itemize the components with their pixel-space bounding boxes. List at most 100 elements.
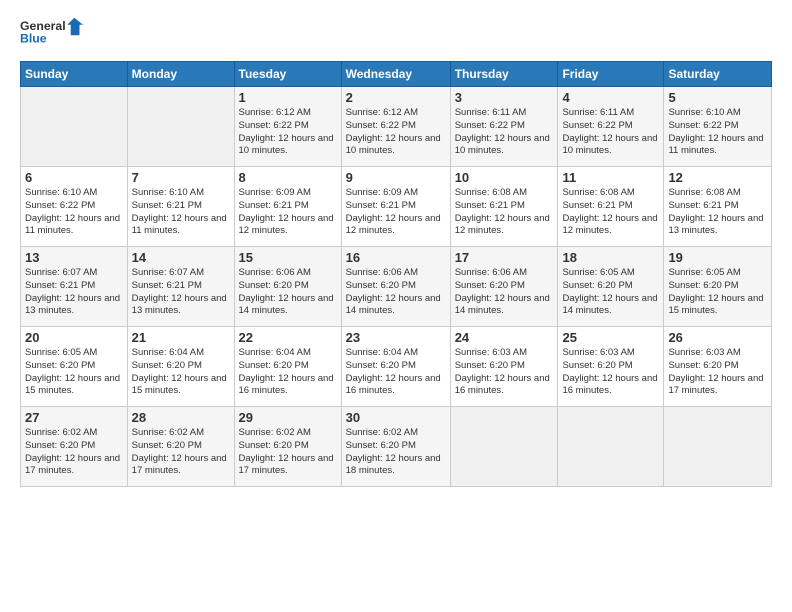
day-info: Sunrise: 6:09 AM Sunset: 6:21 PM Dayligh… <box>346 187 446 238</box>
logo: General Blue <box>20 16 90 51</box>
day-info: Sunrise: 6:10 AM Sunset: 6:22 PM Dayligh… <box>25 187 123 238</box>
day-info: Sunrise: 6:06 AM Sunset: 6:20 PM Dayligh… <box>455 267 554 318</box>
day-info: Sunrise: 6:02 AM Sunset: 6:20 PM Dayligh… <box>346 427 446 478</box>
logo-icon: General Blue <box>20 16 90 51</box>
calendar-cell: 19Sunrise: 6:05 AM Sunset: 6:20 PM Dayli… <box>664 247 772 327</box>
day-number: 14 <box>132 250 230 265</box>
calendar-cell: 28Sunrise: 6:02 AM Sunset: 6:20 PM Dayli… <box>127 407 234 487</box>
page-header: General Blue <box>20 16 772 51</box>
calendar-cell: 3Sunrise: 6:11 AM Sunset: 6:22 PM Daylig… <box>450 87 558 167</box>
day-number: 26 <box>668 330 767 345</box>
calendar-cell: 22 Sunrise: 6:04 AM Sunset: 6:20 PM Dayli… <box>234 327 341 407</box>
svg-text:Blue: Blue <box>20 31 47 45</box>
day-header-friday: Friday <box>558 62 664 87</box>
day-info: Sunrise: 6:03 AM Sunset: 6:20 PM Dayligh… <box>562 347 659 398</box>
day-info: Sunrise: 6:03 AM Sunset: 6:20 PM Dayligh… <box>668 347 767 398</box>
calendar-cell: 18Sunrise: 6:05 AM Sunset: 6:20 PM Dayli… <box>558 247 664 327</box>
day-number: 24 <box>455 330 554 345</box>
calendar-cell: 16Sunrise: 6:06 AM Sunset: 6:20 PM Dayli… <box>341 247 450 327</box>
day-info: Sunrise: 6:04 AM Sunset: 6:20 PM Dayligh… <box>239 347 337 398</box>
calendar-cell: 5 Sunrise: 6:10 AM Sunset: 6:22 PM Daylig… <box>664 87 772 167</box>
day-header-sunday: Sunday <box>21 62 128 87</box>
calendar-cell: 10 Sunrise: 6:08 AM Sunset: 6:21 PM Dayli… <box>450 167 558 247</box>
calendar-cell: 27 Sunrise: 6:02 AM Sunset: 6:20 PM Dayli… <box>21 407 128 487</box>
day-number: 16 <box>346 250 446 265</box>
day-info: Sunrise: 6:12 AM Sunset: 6:22 PM Dayligh… <box>239 107 337 158</box>
day-info: Sunrise: 6:11 AM Sunset: 6:22 PM Dayligh… <box>455 107 554 158</box>
calendar-week-1: 1 Sunrise: 6:12 AM Sunset: 6:22 PM Daylig… <box>21 87 772 167</box>
day-header-monday: Monday <box>127 62 234 87</box>
day-number: 4 <box>562 90 659 105</box>
day-number: 30 <box>346 410 446 425</box>
calendar-table: SundayMondayTuesdayWednesdayThursdayFrid… <box>20 61 772 487</box>
day-number: 5 <box>668 90 767 105</box>
calendar-cell: 20 Sunrise: 6:05 AM Sunset: 6:20 PM Dayli… <box>21 327 128 407</box>
day-info: Sunrise: 6:08 AM Sunset: 6:21 PM Dayligh… <box>562 187 659 238</box>
calendar-cell: 8 Sunrise: 6:09 AM Sunset: 6:21 PM Daylig… <box>234 167 341 247</box>
day-number: 9 <box>346 170 446 185</box>
day-info: Sunrise: 6:02 AM Sunset: 6:20 PM Dayligh… <box>25 427 123 478</box>
calendar-cell <box>450 407 558 487</box>
calendar-cell: 6 Sunrise: 6:10 AM Sunset: 6:22 PM Daylig… <box>21 167 128 247</box>
day-info: Sunrise: 6:03 AM Sunset: 6:20 PM Dayligh… <box>455 347 554 398</box>
calendar-cell: 7 Sunrise: 6:10 AM Sunset: 6:21 PM Daylig… <box>127 167 234 247</box>
day-info: Sunrise: 6:02 AM Sunset: 6:20 PM Dayligh… <box>132 427 230 478</box>
day-info: Sunrise: 6:02 AM Sunset: 6:20 PM Dayligh… <box>239 427 337 478</box>
calendar-cell: 14Sunrise: 6:07 AM Sunset: 6:21 PM Dayli… <box>127 247 234 327</box>
day-info: Sunrise: 6:11 AM Sunset: 6:22 PM Dayligh… <box>562 107 659 158</box>
day-number: 12 <box>668 170 767 185</box>
day-info: Sunrise: 6:08 AM Sunset: 6:21 PM Dayligh… <box>455 187 554 238</box>
day-header-tuesday: Tuesday <box>234 62 341 87</box>
calendar-cell: 29 Sunrise: 6:02 AM Sunset: 6:20 PM Dayli… <box>234 407 341 487</box>
day-header-thursday: Thursday <box>450 62 558 87</box>
day-number: 22 <box>239 330 337 345</box>
calendar-week-5: 27 Sunrise: 6:02 AM Sunset: 6:20 PM Dayli… <box>21 407 772 487</box>
day-info: Sunrise: 6:05 AM Sunset: 6:20 PM Dayligh… <box>668 267 767 318</box>
calendar-cell <box>558 407 664 487</box>
day-number: 7 <box>132 170 230 185</box>
day-number: 20 <box>25 330 123 345</box>
day-header-wednesday: Wednesday <box>341 62 450 87</box>
day-info: Sunrise: 6:05 AM Sunset: 6:20 PM Dayligh… <box>562 267 659 318</box>
calendar-cell: 2Sunrise: 6:12 AM Sunset: 6:22 PM Daylig… <box>341 87 450 167</box>
calendar-cell: 4 Sunrise: 6:11 AM Sunset: 6:22 PM Daylig… <box>558 87 664 167</box>
calendar-cell: 15 Sunrise: 6:06 AM Sunset: 6:20 PM Dayli… <box>234 247 341 327</box>
calendar-cell: 12 Sunrise: 6:08 AM Sunset: 6:21 PM Dayli… <box>664 167 772 247</box>
day-info: Sunrise: 6:06 AM Sunset: 6:20 PM Dayligh… <box>239 267 337 318</box>
calendar-cell <box>21 87 128 167</box>
day-number: 6 <box>25 170 123 185</box>
calendar-cell: 21Sunrise: 6:04 AM Sunset: 6:20 PM Dayli… <box>127 327 234 407</box>
day-number: 27 <box>25 410 123 425</box>
day-info: Sunrise: 6:07 AM Sunset: 6:21 PM Dayligh… <box>25 267 123 318</box>
calendar-week-3: 13Sunrise: 6:07 AM Sunset: 6:21 PM Dayli… <box>21 247 772 327</box>
calendar-cell: 17 Sunrise: 6:06 AM Sunset: 6:20 PM Dayli… <box>450 247 558 327</box>
calendar-week-2: 6 Sunrise: 6:10 AM Sunset: 6:22 PM Daylig… <box>21 167 772 247</box>
day-info: Sunrise: 6:04 AM Sunset: 6:20 PM Dayligh… <box>346 347 446 398</box>
day-info: Sunrise: 6:08 AM Sunset: 6:21 PM Dayligh… <box>668 187 767 238</box>
day-number: 8 <box>239 170 337 185</box>
calendar-week-4: 20 Sunrise: 6:05 AM Sunset: 6:20 PM Dayli… <box>21 327 772 407</box>
calendar-cell: 1 Sunrise: 6:12 AM Sunset: 6:22 PM Daylig… <box>234 87 341 167</box>
calendar-cell: 9 Sunrise: 6:09 AM Sunset: 6:21 PM Daylig… <box>341 167 450 247</box>
calendar-cell <box>664 407 772 487</box>
calendar-cell: 24 Sunrise: 6:03 AM Sunset: 6:20 PM Dayli… <box>450 327 558 407</box>
day-info: Sunrise: 6:09 AM Sunset: 6:21 PM Dayligh… <box>239 187 337 238</box>
day-number: 17 <box>455 250 554 265</box>
day-number: 29 <box>239 410 337 425</box>
day-info: Sunrise: 6:05 AM Sunset: 6:20 PM Dayligh… <box>25 347 123 398</box>
calendar-header-row: SundayMondayTuesdayWednesdayThursdayFrid… <box>21 62 772 87</box>
day-info: Sunrise: 6:10 AM Sunset: 6:22 PM Dayligh… <box>668 107 767 158</box>
calendar-cell: 13Sunrise: 6:07 AM Sunset: 6:21 PM Dayli… <box>21 247 128 327</box>
day-header-saturday: Saturday <box>664 62 772 87</box>
day-number: 25 <box>562 330 659 345</box>
day-number: 10 <box>455 170 554 185</box>
day-number: 15 <box>239 250 337 265</box>
day-info: Sunrise: 6:10 AM Sunset: 6:21 PM Dayligh… <box>132 187 230 238</box>
day-number: 11 <box>562 170 659 185</box>
calendar-cell: 23Sunrise: 6:04 AM Sunset: 6:20 PM Dayli… <box>341 327 450 407</box>
day-info: Sunrise: 6:12 AM Sunset: 6:22 PM Dayligh… <box>346 107 446 158</box>
day-info: Sunrise: 6:04 AM Sunset: 6:20 PM Dayligh… <box>132 347 230 398</box>
day-number: 1 <box>239 90 337 105</box>
calendar-cell: 26 Sunrise: 6:03 AM Sunset: 6:20 PM Dayli… <box>664 327 772 407</box>
calendar-cell: 25 Sunrise: 6:03 AM Sunset: 6:20 PM Dayli… <box>558 327 664 407</box>
